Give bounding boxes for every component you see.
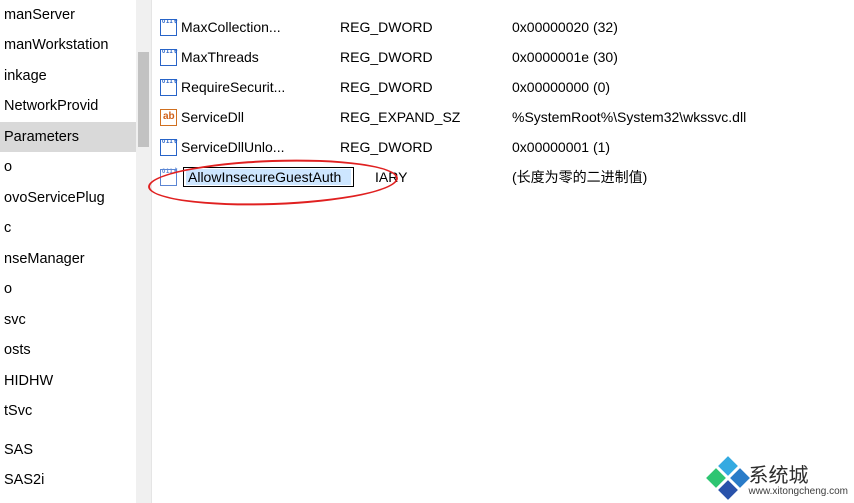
value-row[interactable]: MaxThreads REG_DWORD 0x0000001e (30) xyxy=(152,42,854,72)
tree-scrollbar-thumb[interactable] xyxy=(138,52,149,147)
value-row[interactable]: ServiceDllUnlo... REG_DWORD 0x00000001 (… xyxy=(152,132,854,162)
value-row-editing[interactable]: IARY (长度为零的二进制值) xyxy=(152,162,854,192)
tree-item[interactable]: manServer xyxy=(0,0,151,30)
tree-item[interactable]: inkage xyxy=(0,61,151,91)
reg-dword-icon xyxy=(160,49,177,66)
tree-item[interactable]: nseManager xyxy=(0,244,151,274)
tree-item[interactable]: c xyxy=(0,213,151,243)
tree-item[interactable]: tSvc xyxy=(0,396,151,426)
value-data: %SystemRoot%\System32\wkssvc.dll xyxy=(512,109,854,125)
tree-item[interactable]: svc xyxy=(0,305,151,335)
registry-tree-pane: manServer manWorkstation inkage NetworkP… xyxy=(0,0,152,503)
tree-item[interactable]: SAS xyxy=(0,435,151,465)
tree-item[interactable]: SAS2i xyxy=(0,465,151,495)
watermark-logo-icon xyxy=(711,461,745,495)
value-data: 0x00000001 (1) xyxy=(512,139,854,155)
value-type: REG_DWORD xyxy=(340,49,512,65)
value-name: MaxThreads xyxy=(181,49,259,65)
watermark-text: 系统城 xyxy=(749,459,849,488)
value-row[interactable]: RequireSecurit... REG_DWORD 0x00000000 (… xyxy=(152,72,854,102)
value-name: RequireSecurit... xyxy=(181,79,285,95)
value-type: REG_DWORD xyxy=(340,139,512,155)
tree-item[interactable]: o xyxy=(0,152,151,182)
tree-item[interactable] xyxy=(0,427,151,435)
value-type: REG_EXPAND_SZ xyxy=(340,109,512,125)
rename-edit-wrap xyxy=(183,167,354,187)
tree-item[interactable]: HIDHW xyxy=(0,366,151,396)
reg-dword-icon xyxy=(160,139,177,156)
reg-sz-icon xyxy=(160,109,177,126)
tree-item[interactable]: NetworkProvid xyxy=(0,91,151,121)
tree-item-parameters[interactable]: Parameters xyxy=(0,122,151,152)
watermark: 系统城 www.xitongcheng.com xyxy=(711,459,849,497)
value-data: 0x00000020 (32) xyxy=(512,19,854,35)
tree-item[interactable]: ovoServicePlug xyxy=(0,183,151,213)
tree-scrollbar[interactable] xyxy=(136,0,151,503)
reg-dword-icon xyxy=(160,19,177,36)
value-row[interactable]: ServiceDll REG_EXPAND_SZ %SystemRoot%\Sy… xyxy=(152,102,854,132)
value-data: 0x0000001e (30) xyxy=(512,49,854,65)
value-type: REG_DWORD xyxy=(340,19,512,35)
reg-binary-icon xyxy=(160,169,177,186)
value-type: REG_DWORD xyxy=(340,79,512,95)
value-data: 0x00000000 (0) xyxy=(512,79,854,95)
tree-item[interactable]: manWorkstation xyxy=(0,30,151,60)
value-data: (长度为零的二进制值) xyxy=(512,167,854,187)
value-type: IARY xyxy=(375,169,512,185)
registry-values-pane: MaxCollection... REG_DWORD 0x00000020 (3… xyxy=(152,0,854,503)
value-name: ServiceDll xyxy=(181,109,244,125)
value-name: MaxCollection... xyxy=(181,19,281,35)
tree-item[interactable]: osts xyxy=(0,335,151,365)
tree-item[interactable]: o xyxy=(0,274,151,304)
reg-dword-icon xyxy=(160,79,177,96)
rename-input[interactable] xyxy=(186,169,351,185)
watermark-url: www.xitongcheng.com xyxy=(749,486,849,497)
value-name: ServiceDllUnlo... xyxy=(181,139,284,155)
value-row[interactable]: MaxCollection... REG_DWORD 0x00000020 (3… xyxy=(152,12,854,42)
